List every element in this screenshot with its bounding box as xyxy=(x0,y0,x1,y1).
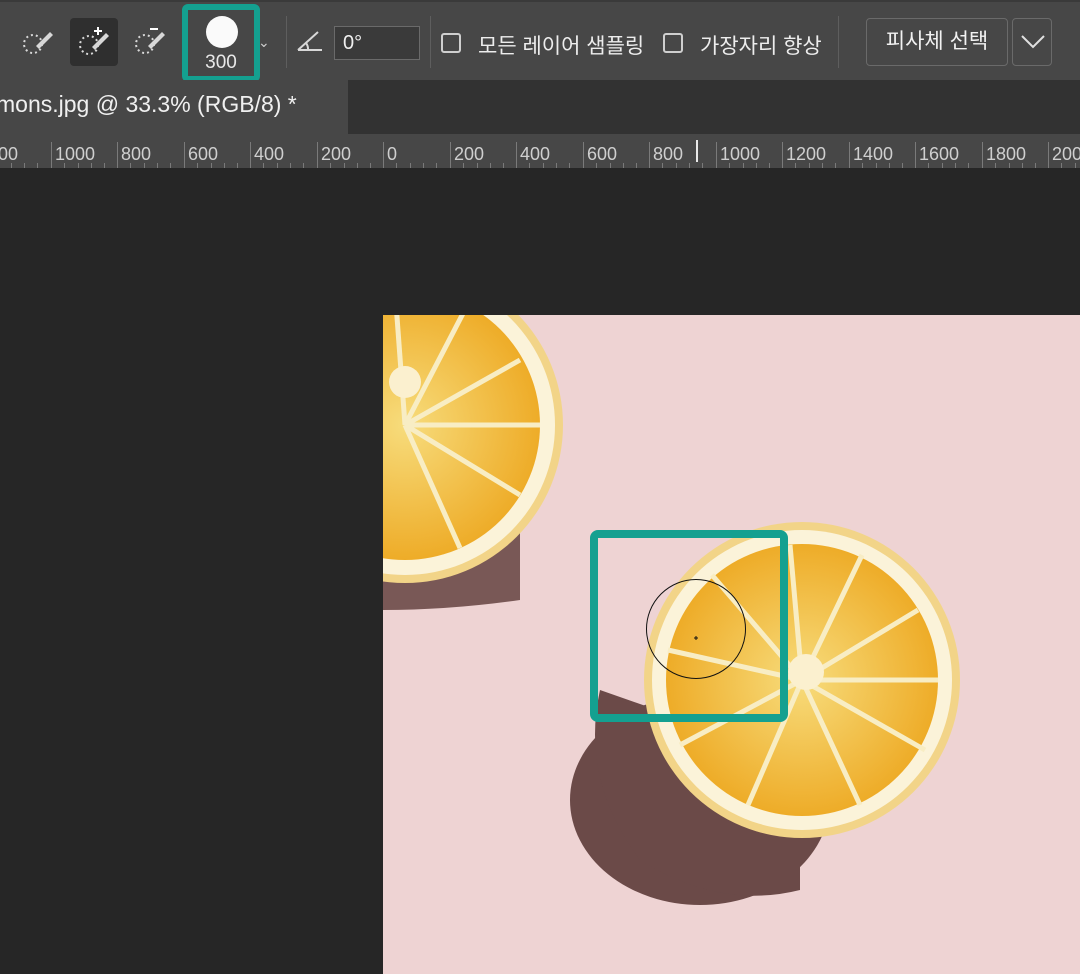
divider xyxy=(286,16,287,68)
ruler-label: 1200 xyxy=(786,144,827,164)
ruler-label: 200 xyxy=(1052,144,1080,164)
sample-all-layers-label[interactable]: 모든 레이어 샘플링 xyxy=(478,30,644,60)
ruler-major-tick xyxy=(450,142,451,168)
divider xyxy=(838,16,839,68)
ruler-label: 0 xyxy=(387,144,398,164)
horizontal-ruler[interactable]: 200 1000 800 600 400 200 0 200 400 600 800 1000 1200… xyxy=(0,134,1080,169)
ruler-major-tick xyxy=(1048,142,1049,168)
ruler-label: 800 xyxy=(121,144,152,164)
ruler-label: 400 xyxy=(254,144,285,164)
ruler-major-tick xyxy=(583,142,584,168)
ruler-label: 800 xyxy=(653,144,684,164)
subtract-from-selection-tool[interactable] xyxy=(126,18,174,66)
document-tab[interactable]: mons.jpg @ 33.3% (RGB/8) * xyxy=(0,80,348,134)
ruler-label: 200 xyxy=(0,144,19,164)
divider xyxy=(430,16,431,68)
brush-tip-icon xyxy=(206,16,238,48)
ruler-major-tick xyxy=(716,142,717,168)
ruler-label: 200 xyxy=(454,144,485,164)
options-bar: 300 ⌄ 모든 레이어 샘플링 가장자리 향상 피사체 선택 xyxy=(0,0,1080,82)
angle-icon xyxy=(296,28,324,59)
ruler-major-tick xyxy=(649,142,650,168)
chevron-down-icon[interactable]: ⌄ xyxy=(258,34,270,51)
ruler-major-tick xyxy=(317,142,318,168)
ruler-major-tick xyxy=(782,142,783,168)
ruler-label: 400 xyxy=(520,144,551,164)
ruler-label: 1000 xyxy=(55,144,96,164)
crosshair-icon xyxy=(694,627,698,640)
ruler-major-tick xyxy=(516,142,517,168)
ruler-label: 1800 xyxy=(986,144,1027,164)
ruler-major-tick xyxy=(117,142,118,168)
brush-preset-picker[interactable]: 300 xyxy=(182,4,260,82)
ruler-cursor-marker xyxy=(696,140,698,162)
ruler-label: 1600 xyxy=(919,144,960,164)
sample-all-layers-checkbox[interactable] xyxy=(441,33,461,53)
ruler-major-tick xyxy=(849,142,850,168)
quick-selection-tool[interactable] xyxy=(14,18,62,66)
ruler-major-tick xyxy=(184,142,185,168)
ruler-major-tick xyxy=(982,142,983,168)
enhance-edge-label[interactable]: 가장자리 향상 xyxy=(700,30,822,60)
document-tab-title: mons.jpg @ 33.3% (RGB/8) * xyxy=(0,91,297,117)
ruler-label: 1400 xyxy=(853,144,894,164)
ruler-major-tick xyxy=(51,142,52,168)
ruler-label: 1000 xyxy=(720,144,761,164)
ruler-major-tick xyxy=(915,142,916,168)
ruler-label: 600 xyxy=(188,144,219,164)
ruler-major-tick xyxy=(250,142,251,168)
enhance-edge-checkbox[interactable] xyxy=(663,33,683,53)
angle-input[interactable] xyxy=(334,26,420,60)
select-subject-button[interactable]: 피사체 선택 xyxy=(866,18,1008,66)
add-to-selection-tool[interactable] xyxy=(70,18,118,66)
ruler-major-tick xyxy=(383,142,384,168)
ruler-label: 200 xyxy=(321,144,352,164)
brush-size-value: 300 xyxy=(205,52,237,73)
ruler-label: 600 xyxy=(587,144,618,164)
select-subject-dropdown[interactable] xyxy=(1012,18,1052,66)
document-tab-bar: mons.jpg @ 33.3% (RGB/8) * xyxy=(0,80,1080,134)
